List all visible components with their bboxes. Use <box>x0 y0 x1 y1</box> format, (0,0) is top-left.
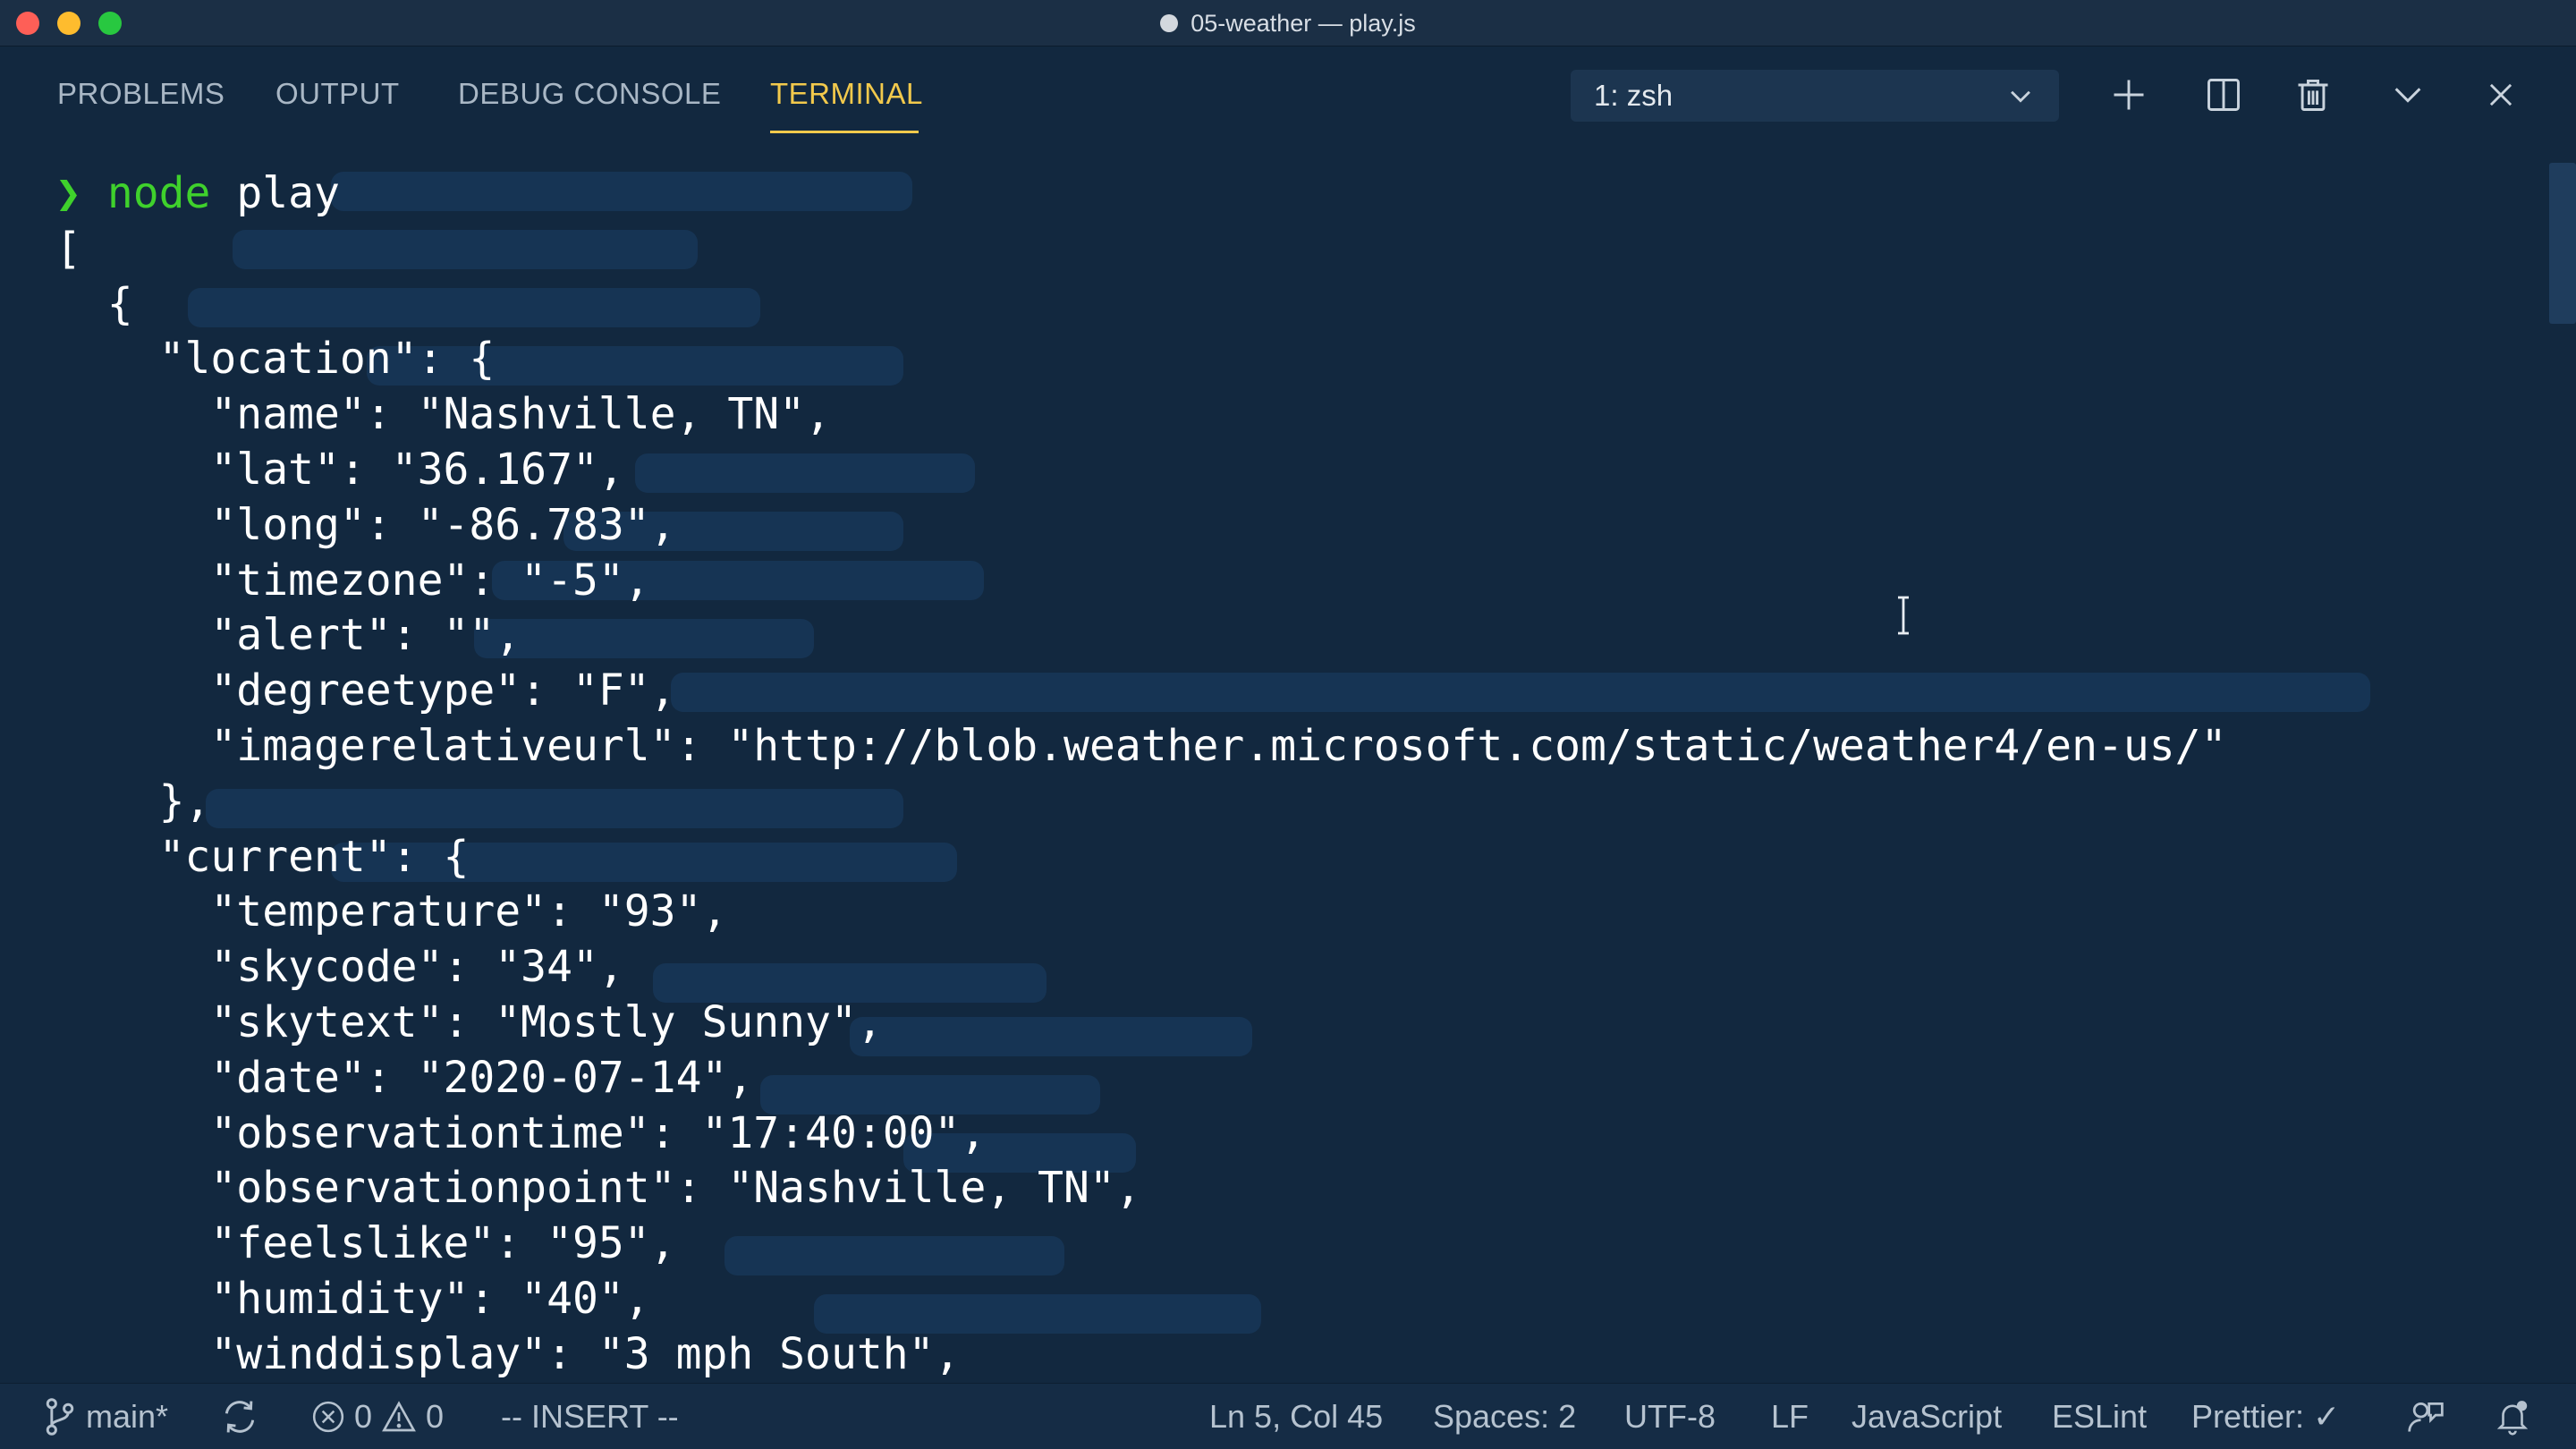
output-line: "temperature": "93", <box>55 886 728 937</box>
branch-status[interactable]: main* <box>43 1384 168 1449</box>
tab-terminal[interactable]: TERMINAL <box>770 77 923 111</box>
output-line: "name": "Nashville, TN", <box>55 389 831 440</box>
error-icon <box>311 1400 345 1434</box>
line-ending-label: LF <box>1771 1398 1809 1435</box>
prompt-icon: ❯ <box>55 168 81 218</box>
output-line: "winddisplay": "3 mph South", <box>55 1328 961 1379</box>
title-wrap: 05-weather — play.js <box>0 0 2576 47</box>
branch-name: main* <box>86 1398 169 1435</box>
plus-icon <box>2109 75 2148 114</box>
output-line: "long": "-86.783", <box>55 499 676 550</box>
panel-header: PROBLEMS OUTPUT DEBUG CONSOLE TERMINAL 1… <box>0 47 2576 145</box>
output-line: "location": { <box>55 334 496 385</box>
problems-status[interactable]: 0 0 <box>311 1384 444 1449</box>
chevron-down-icon <box>2390 77 2426 113</box>
output-line: "imagerelativeurl": "http://blob.weather… <box>55 720 2227 771</box>
prettier-label: Prettier: ✓ <box>2191 1398 2341 1435</box>
text-cursor-icon <box>1893 596 1914 646</box>
output-line: "skytext": "Mostly Sunny", <box>55 996 883 1047</box>
sync-button[interactable] <box>220 1384 259 1449</box>
output-line: "current": { <box>55 831 470 882</box>
output-line: "observationpoint": "Nashville, TN", <box>55 1163 1141 1214</box>
chevron-down-icon <box>2005 80 2036 111</box>
line-ending-setting[interactable]: LF <box>1771 1384 1809 1449</box>
active-tab-indicator <box>770 131 919 133</box>
terminal-output[interactable]: ❯ node play [ { "location": { "name": "N… <box>0 145 2576 1383</box>
bell-icon <box>2494 1397 2531 1436</box>
indentation-label: Spaces: 2 <box>1433 1398 1577 1435</box>
feedback-icon <box>2406 1397 2445 1436</box>
vim-mode: -- INSERT -- <box>501 1384 679 1449</box>
cursor-position-label: Ln 5, Col 45 <box>1209 1398 1384 1435</box>
vim-mode-label: -- INSERT -- <box>501 1398 679 1435</box>
indentation-setting[interactable]: Spaces: 2 <box>1433 1384 1576 1449</box>
output-line: "humidity": "40", <box>55 1273 650 1324</box>
new-terminal-button[interactable] <box>2102 68 2156 122</box>
notifications-button[interactable] <box>2494 1384 2531 1449</box>
output-line: }, <box>55 775 211 826</box>
language-mode[interactable]: JavaScript <box>1852 1384 2002 1449</box>
unsaved-dot-icon <box>1160 14 1179 32</box>
cursor-position[interactable]: Ln 5, Col 45 <box>1209 1384 1383 1449</box>
maximize-panel-button[interactable] <box>2381 68 2435 122</box>
split-icon <box>2204 75 2243 114</box>
output-line: "degreetype": "F", <box>55 665 676 716</box>
tab-output[interactable]: OUTPUT <box>275 77 400 111</box>
encoding-setting[interactable]: UTF-8 <box>1624 1384 1716 1449</box>
language-label: JavaScript <box>1852 1398 2003 1435</box>
output-line: "feelslike": "95", <box>55 1218 676 1269</box>
warning-icon <box>381 1400 417 1434</box>
tab-debug-console[interactable]: DEBUG CONSOLE <box>458 77 721 111</box>
terminal-selector[interactable]: 1: zsh <box>1571 70 2059 122</box>
eslint-status[interactable]: ESLint <box>2052 1384 2147 1449</box>
command-text: node <box>106 168 211 218</box>
output-line: "skycode": "34", <box>55 942 624 993</box>
output-line: { <box>55 278 133 329</box>
prettier-status[interactable]: Prettier: ✓ <box>2191 1384 2340 1449</box>
error-count: 0 <box>354 1398 373 1435</box>
encoding-label: UTF-8 <box>1624 1398 1716 1435</box>
command-argument: play <box>236 168 340 218</box>
vscode-window: 05-weather — play.js PROBLEMS OUTPUT DEB… <box>0 0 2576 1449</box>
output-line: "observationtime": "17:40:00", <box>55 1107 987 1158</box>
split-terminal-button[interactable] <box>2197 68 2250 122</box>
status-bar: main* 0 0 -- INSERT -- Ln 5, Col 45 Spac… <box>0 1383 2576 1449</box>
git-branch-icon <box>43 1397 77 1436</box>
window-title: 05-weather — play.js <box>1191 9 1416 37</box>
terminal-scrollbar[interactable] <box>2549 163 2576 324</box>
eslint-label: ESLint <box>2052 1398 2148 1435</box>
title-bar: 05-weather — play.js <box>0 0 2576 47</box>
feedback-button[interactable] <box>2406 1384 2445 1449</box>
sync-icon <box>220 1397 259 1436</box>
warning-count: 0 <box>426 1398 445 1435</box>
close-panel-button[interactable] <box>2474 68 2528 122</box>
terminal-lines: ❯ node play [ { "location": { "name": "N… <box>55 166 2226 1383</box>
trash-icon <box>2293 75 2333 114</box>
output-line: "date": "2020-07-14", <box>55 1052 754 1103</box>
output-line: [ <box>55 223 81 274</box>
close-icon <box>2484 78 2518 112</box>
tab-problems[interactable]: PROBLEMS <box>57 77 225 111</box>
terminal-selector-value: 1: zsh <box>1594 79 1674 112</box>
kill-terminal-button[interactable] <box>2286 68 2340 122</box>
output-line: "lat": "36.167", <box>55 444 624 495</box>
prompt-line: ❯ node play <box>55 166 2226 222</box>
